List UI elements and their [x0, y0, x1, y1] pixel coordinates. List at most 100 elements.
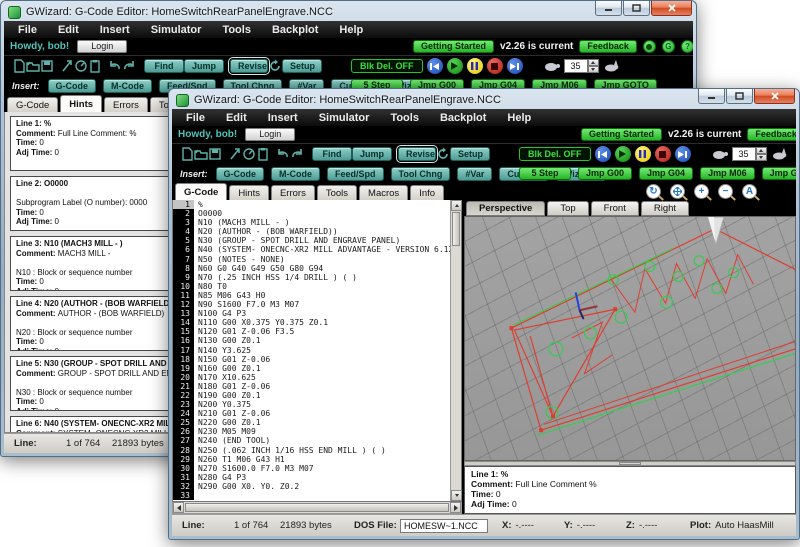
code-line[interactable]: 32 N290 G00 X0. Y0. Z0.2	[173, 481, 450, 491]
menu-help[interactable]: Help	[507, 112, 531, 124]
code-line[interactable]: 9 N70 (.25 INCH HSS 1/4 DRILL ) ( )	[173, 272, 450, 282]
code-line[interactable]: 27 N240 (END TOOL)	[173, 436, 450, 446]
menu-edit[interactable]: Edit	[226, 112, 247, 124]
stop-button[interactable]	[486, 58, 503, 74]
play-button[interactable]	[446, 58, 463, 74]
title-bar[interactable]: GWizard: G-Code Editor: HomeSwitchRearPa…	[4, 1, 693, 21]
menu-backplot[interactable]: Backplot	[440, 112, 486, 124]
menu-file[interactable]: File	[18, 24, 37, 36]
code-line[interactable]: 3 N10 (MACH3 MILL - )	[173, 218, 450, 228]
tab-g-code[interactable]: G-Code	[175, 183, 228, 200]
menu-backplot[interactable]: Backplot	[272, 24, 318, 36]
tab-info[interactable]: Info	[410, 185, 445, 200]
tab-macros[interactable]: Macros	[359, 185, 409, 200]
gauge-icon[interactable]	[242, 147, 256, 161]
tab-errors[interactable]: Errors	[270, 185, 315, 200]
code-line[interactable]: 6 N40 (SYSTEM- ONECNC-XR2 MILL ADVANTAGE …	[173, 245, 450, 255]
code-line[interactable]: 5 N30 (GROUP - SPOT DRILL AND ENGRAVE PAN…	[173, 236, 450, 246]
code-line[interactable]: 20 N170 X10.625	[173, 372, 450, 382]
scroll-up-button[interactable]	[451, 200, 462, 211]
speed-up-button[interactable]	[755, 147, 767, 154]
login-button[interactable]: Login	[77, 40, 128, 53]
code-line[interactable]: 22 N190 G00 Z0.1	[173, 390, 450, 401]
find-button[interactable]: Find	[144, 59, 184, 73]
view-tab-right[interactable]: Right	[640, 201, 690, 216]
undo-icon[interactable]	[108, 59, 122, 73]
save-icon[interactable]	[208, 147, 222, 161]
code-line[interactable]: 33	[173, 491, 450, 501]
code-line[interactable]: 2 O0000	[173, 209, 450, 219]
refresh-icon[interactable]	[268, 59, 282, 73]
code-line[interactable]: 16 N130 G00 Z0.1	[173, 336, 450, 346]
code-line[interactable]: 17 N140 Y3.625	[173, 345, 450, 355]
zoom-out-icon[interactable]: −	[718, 184, 733, 199]
find-button[interactable]: Find	[312, 147, 352, 161]
minimize-button[interactable]	[595, 1, 622, 16]
code-line[interactable]: 14 N110 G00 X0.375 Y0.375 Z0.1	[173, 318, 450, 328]
menu-file[interactable]: File	[186, 112, 205, 124]
code-line[interactable]: 8 N60 G0 G40 G49 G50 G80 G94	[173, 263, 450, 273]
code-line[interactable]: 25 N220 G00 Z0.1	[173, 418, 450, 428]
view-tab-front[interactable]: Front	[590, 201, 639, 216]
menu-simulator[interactable]: Simulator	[319, 112, 370, 124]
scroll-down-button[interactable]	[451, 490, 462, 501]
code-line[interactable]: 18 N150 G01 Z-0.06	[173, 354, 450, 364]
jump-button-jmp-m06[interactable]: Jmp M06	[700, 167, 755, 180]
code-line[interactable]: 23 N200 Y0.375	[173, 400, 450, 410]
new-file-icon[interactable]	[180, 147, 194, 161]
insert-button-tool-chng[interactable]: Tool Chng	[390, 166, 451, 181]
step-button[interactable]: 5 Step	[519, 167, 571, 180]
revise-button[interactable]: Revise	[228, 57, 270, 75]
pan-view-icon[interactable]	[670, 184, 685, 199]
skip-end-button[interactable]	[674, 146, 691, 162]
tool-icon[interactable]	[228, 147, 242, 161]
jump-button-main[interactable]: Jump	[184, 59, 224, 73]
menu-simulator[interactable]: Simulator	[151, 24, 202, 36]
hscroll-thumb[interactable]	[185, 503, 449, 512]
save-icon[interactable]	[40, 59, 54, 73]
getting-started-button[interactable]: Getting Started	[581, 128, 663, 141]
menu-tools[interactable]: Tools	[222, 24, 251, 36]
speed-down-button[interactable]	[755, 154, 767, 161]
gauge-icon[interactable]	[74, 59, 88, 73]
speed-value[interactable]: 35	[731, 147, 756, 161]
code-line[interactable]: 13 N100 G4 P3	[173, 309, 450, 319]
code-line[interactable]: 12 N90 S1600 F7.0 M3 M07	[173, 300, 450, 310]
insert-button-m-code[interactable]: M-Code	[271, 166, 321, 181]
insert-button-m-code[interactable]: M-Code	[103, 78, 153, 93]
skip-start-button[interactable]	[594, 146, 611, 162]
code-line[interactable]: 26 N230 M05 M09	[173, 427, 450, 437]
clipboard-icon[interactable]	[88, 59, 102, 73]
code-line[interactable]: 7 N50 (NOTES - NONE)	[173, 254, 450, 264]
scroll-left-button[interactable]	[173, 502, 184, 513]
setup-button[interactable]: Setup	[282, 59, 322, 73]
play-button[interactable]	[614, 146, 631, 162]
code-line[interactable]: 4 N20 (AUTHOR - (BOB WARFIELD))	[173, 227, 450, 237]
code-line[interactable]: 31 N280 G4 P3	[173, 472, 450, 482]
insert-button-g-code[interactable]: G-Code	[215, 166, 265, 181]
vscroll-thumb[interactable]	[452, 212, 460, 246]
gplus-icon[interactable]: G	[661, 40, 675, 53]
zoom-fit-icon[interactable]: A	[742, 184, 757, 199]
menu-tools[interactable]: Tools	[390, 112, 419, 124]
tab-tools[interactable]: Tools	[316, 185, 358, 200]
redo-icon[interactable]	[122, 59, 136, 73]
view-tab-perspective[interactable]: Perspective	[466, 201, 546, 216]
speed-value[interactable]: 35	[563, 59, 588, 73]
tab-errors[interactable]: Errors	[104, 97, 148, 112]
zoom-in-icon[interactable]: +	[694, 184, 709, 199]
skip-start-button[interactable]	[426, 58, 443, 74]
code-area[interactable]: 1% 2 O0000 3 N10 (MACH3 MILL - ) 4 N20 (AUTHOR…	[173, 200, 450, 501]
refresh-icon[interactable]	[436, 147, 450, 161]
open-file-icon[interactable]	[194, 147, 208, 161]
code-line[interactable]: 30 N270 S1600.0 F7.0 M3 M07	[173, 463, 450, 473]
tab-g-code[interactable]: G-Code	[7, 97, 59, 112]
speed-up-button[interactable]	[587, 59, 599, 66]
pause-button[interactable]	[634, 146, 651, 162]
code-line[interactable]: 10 N80 T0	[173, 281, 450, 291]
block-delete-toggle[interactable]: Blk Del. OFF	[519, 147, 591, 161]
code-line[interactable]: 29 N260 T1 M06 G43 H1	[173, 454, 450, 464]
view-tab-top[interactable]: Top	[547, 201, 589, 216]
minimize-button[interactable]	[698, 89, 725, 104]
code-line[interactable]: 28 N250 (.062 INCH 1/16 HSS END MILL ) ( …	[173, 445, 450, 455]
